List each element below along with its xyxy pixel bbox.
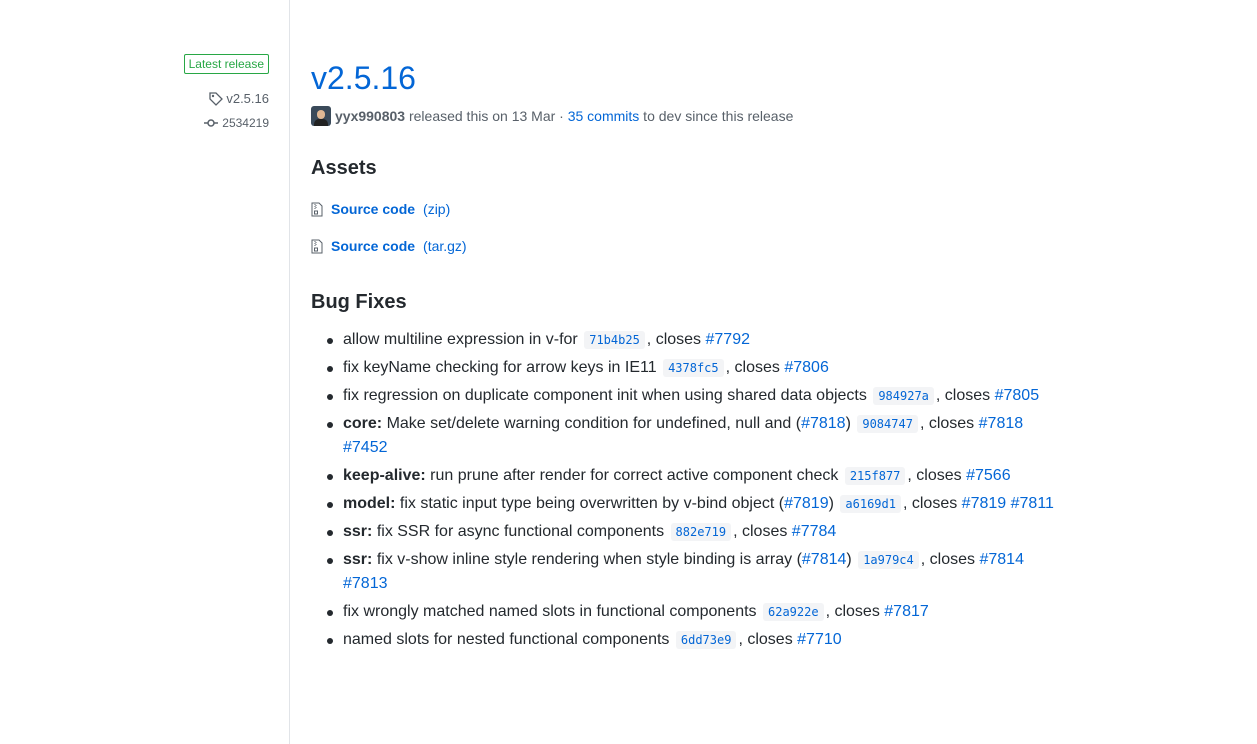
- closes-text: , closes: [725, 359, 780, 376]
- bug-fix-item: fix wrongly matched named slots in funct…: [327, 600, 1063, 624]
- closes-issue-link[interactable]: #7819: [962, 495, 1007, 512]
- asset-source-targz[interactable]: Source code (tar.gz): [311, 238, 467, 254]
- release-title[interactable]: v2.5.16: [311, 58, 1031, 98]
- asset-ext: (tar.gz): [423, 238, 467, 254]
- closes-text: , closes: [825, 603, 880, 620]
- issue-ref-link[interactable]: #7818: [801, 415, 846, 432]
- bug-fix-item: core: Make set/delete warning condition …: [327, 412, 1063, 460]
- bug-fix-item: named slots for nested functional compon…: [327, 628, 1063, 652]
- closes-issue-link[interactable]: #7805: [995, 387, 1040, 404]
- bug-fix-text: run prune after render for correct activ…: [430, 467, 839, 484]
- closes-issue-link[interactable]: #7817: [884, 603, 929, 620]
- closes-text: , closes: [920, 551, 976, 568]
- release-sidebar: Latest release v2.5.16 2534219: [0, 0, 290, 744]
- bug-fix-item: fix regression on duplicate component in…: [327, 384, 1063, 408]
- release-meta: yyx990803 released this on 13 Mar · 35 c…: [311, 106, 1031, 126]
- avatar[interactable]: [311, 106, 331, 126]
- closes-issue-link[interactable]: #7813: [343, 575, 388, 592]
- closes-issue-link[interactable]: #7811: [1011, 495, 1054, 512]
- bug-fix-text: fix SSR for async functional components: [376, 523, 665, 540]
- file-zip-icon: [311, 239, 323, 253]
- bug-fix-text: fix static input type being overwritten …: [399, 495, 775, 512]
- commit-icon: [204, 119, 219, 127]
- bug-fix-item: ssr: fix v-show inline style rendering w…: [327, 548, 1063, 596]
- bug-fix-text: fix v-show inline style rendering when s…: [376, 551, 793, 568]
- bug-fix-item: ssr: fix SSR for async functional compon…: [327, 520, 1063, 544]
- closes-issue-link[interactable]: #7806: [784, 359, 829, 376]
- bug-fix-scope: model:: [343, 495, 396, 512]
- asset-ext: (zip): [423, 201, 451, 217]
- closes-text: , closes: [902, 495, 958, 512]
- closes-issue-link[interactable]: #7814: [979, 551, 1024, 568]
- issue-ref-link[interactable]: #7819: [784, 495, 829, 512]
- closes-text: , closes: [646, 331, 702, 348]
- bug-fix-text: Make set/delete warning condition for un…: [386, 415, 792, 432]
- closes-issue-link[interactable]: #7792: [706, 331, 751, 348]
- bug-fix-text: fix keyName checking for arrow keys in I…: [343, 359, 657, 376]
- commit-hash-link[interactable]: 62a922e: [763, 603, 824, 621]
- bug-fix-text: fix wrongly matched named slots in funct…: [343, 603, 757, 620]
- closes-text: , closes: [738, 631, 793, 648]
- closes-issue-link[interactable]: #7710: [797, 631, 842, 648]
- bug-fix-scope: ssr:: [343, 551, 373, 568]
- closes-text: , closes: [733, 523, 788, 540]
- bug-fix-item: keep-alive: run prune after render for c…: [327, 464, 1063, 488]
- bug-fix-text: allow multiline expression in v-for: [343, 331, 578, 348]
- issue-ref-link[interactable]: #7814: [802, 551, 847, 568]
- commit-hash-link[interactable]: 71b4b25: [584, 331, 645, 349]
- released-text: released this on 13 Mar ·: [405, 108, 568, 124]
- commits-suffix: to dev since this release: [639, 108, 794, 124]
- asset-source-zip[interactable]: Source code (zip): [311, 201, 450, 217]
- tag-icon: [209, 91, 224, 106]
- assets-heading: Assets: [311, 157, 377, 179]
- bug-fixes-list: allow multiline expression in v-for 71b4…: [311, 328, 1063, 656]
- commits-link[interactable]: 35 commits: [568, 108, 640, 124]
- commit-hash-link[interactable]: a6169d1: [840, 495, 901, 513]
- tag-label: v2.5.16: [226, 91, 269, 106]
- commit-hash-link[interactable]: 6dd73e9: [675, 631, 737, 649]
- bug-fixes-heading: Bug Fixes: [311, 291, 407, 313]
- closes-issue-link[interactable]: #7452: [343, 439, 388, 456]
- closes-issue-link[interactable]: #7784: [792, 523, 837, 540]
- latest-release-badge: Latest release: [183, 54, 269, 74]
- commit-hash-link[interactable]: 215f877: [844, 467, 906, 485]
- closes-issue-link[interactable]: #7818: [979, 415, 1024, 432]
- closes-issue-link[interactable]: #7566: [966, 467, 1011, 484]
- commit-hash-link[interactable]: 9084747: [857, 415, 918, 433]
- bug-fix-scope: core:: [343, 415, 383, 432]
- bug-fix-item: model: fix static input type being overw…: [327, 492, 1063, 516]
- author-link[interactable]: yyx990803: [335, 108, 405, 124]
- asset-label: Source code: [331, 238, 416, 254]
- commit-hash-link[interactable]: 984927a: [873, 387, 934, 405]
- file-zip-icon: [311, 202, 323, 216]
- closes-text: , closes: [935, 387, 991, 404]
- bug-fix-text: fix regression on duplicate component in…: [343, 387, 867, 404]
- commit-hash-link[interactable]: 882e719: [670, 523, 732, 541]
- bug-fix-item: fix keyName checking for arrow keys in I…: [327, 356, 1063, 380]
- asset-label: Source code: [331, 201, 416, 217]
- closes-text: , closes: [907, 467, 962, 484]
- commit-hash-link[interactable]: 1a979c4: [858, 551, 919, 569]
- commit-hash: 2534219: [222, 116, 269, 130]
- bug-fix-text: named slots for nested functional compon…: [343, 631, 670, 648]
- tag-link[interactable]: v2.5.16: [209, 91, 269, 106]
- bug-fix-item: allow multiline expression in v-for 71b4…: [327, 328, 1063, 352]
- commit-link[interactable]: 2534219: [204, 116, 269, 130]
- bug-fix-scope: keep-alive:: [343, 467, 426, 484]
- commit-hash-link[interactable]: 4378fc5: [663, 359, 724, 377]
- release-main: v2.5.16 yyx990803 released this on 13 Ma…: [311, 58, 1054, 649]
- closes-text: , closes: [919, 415, 975, 432]
- bug-fix-scope: ssr:: [343, 523, 373, 540]
